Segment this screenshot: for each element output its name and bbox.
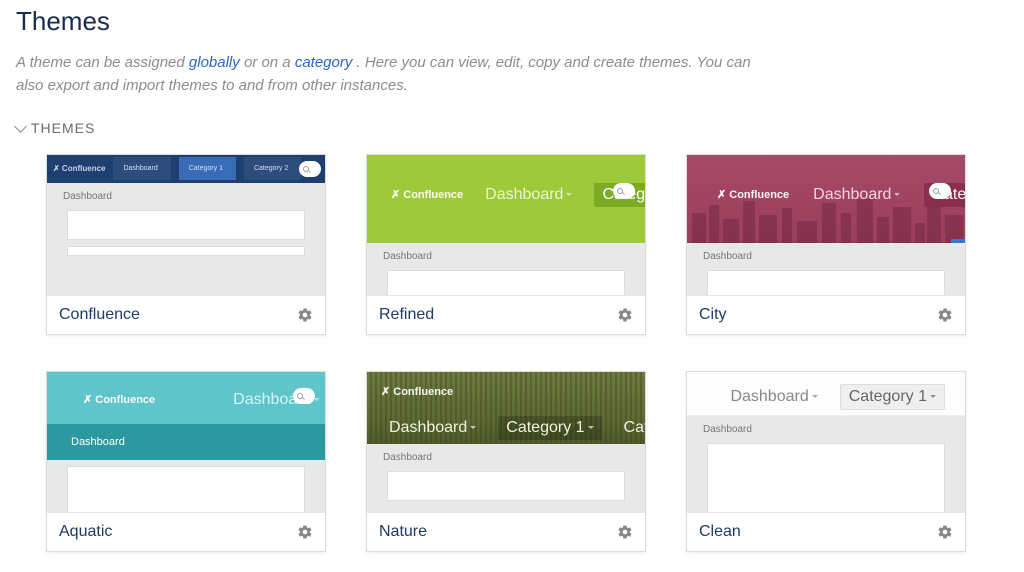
theme-card-nature[interactable]: ✗ Confluence Dashboard Category 1 Catego… xyxy=(366,371,646,552)
desc-text: A theme can be assigned xyxy=(16,54,189,71)
theme-card-clean[interactable]: Dashboard Category 1 Dashboard Clean xyxy=(686,371,966,552)
page-title: Themes xyxy=(16,6,1008,37)
theme-name: Confluence xyxy=(59,306,140,324)
gear-icon[interactable] xyxy=(937,307,953,323)
preview-tab: Category 1 xyxy=(840,384,945,410)
preview-brand: ✗ Confluence xyxy=(391,188,463,201)
search-icon xyxy=(299,161,321,177)
preview-brand: ✗ Confluence xyxy=(53,164,105,173)
search-icon xyxy=(929,183,951,199)
theme-name: Clean xyxy=(699,523,741,541)
page-description: A theme can be assigned globally or on a… xyxy=(16,51,776,98)
theme-card-footer: Nature xyxy=(367,512,645,551)
theme-card-footer: Confluence xyxy=(47,295,325,334)
preview-heading: Dashboard xyxy=(71,436,125,448)
gear-icon[interactable] xyxy=(617,307,633,323)
theme-preview: ✗ Confluence Dashboard Category 1 Dashbo… xyxy=(367,155,645,295)
search-icon xyxy=(613,183,635,199)
desc-text: or on a xyxy=(244,54,295,71)
preview-brand: ✗ Confluence xyxy=(717,188,789,201)
themes-section-toggle[interactable]: THEMES xyxy=(16,120,1008,136)
preview-heading: Dashboard xyxy=(383,452,635,463)
preview-tab: Category 2 xyxy=(616,416,645,440)
gear-icon[interactable] xyxy=(297,524,313,540)
category-link[interactable]: category xyxy=(295,54,353,71)
preview-heading: Dashboard xyxy=(703,424,955,435)
theme-name: Nature xyxy=(379,523,427,541)
globally-link[interactable]: globally xyxy=(189,54,240,71)
theme-card-footer: Clean xyxy=(687,512,965,551)
theme-card-refined[interactable]: ✗ Confluence Dashboard Category 1 Dashbo… xyxy=(366,154,646,335)
preview-tab: Category 1 xyxy=(498,416,601,440)
preview-tab: Category 2 xyxy=(244,157,301,180)
theme-preview: ✗ Confluence Dashboard Category 1 Catego… xyxy=(47,155,325,295)
preview-tab: Category 1 xyxy=(179,157,236,180)
theme-preview: Dashboard Category 1 Dashboard xyxy=(687,372,965,512)
theme-card-confluence[interactable]: ✗ Confluence Dashboard Category 1 Catego… xyxy=(46,154,326,335)
theme-card-city[interactable]: ✗ Confluence Dashboard Category 1 Dashbo… xyxy=(686,154,966,335)
theme-card-aquatic[interactable]: ✗ Confluence Dashboard Dashboard Aquatic xyxy=(46,371,326,552)
preview-tab: Dashboard xyxy=(113,157,170,180)
theme-card-footer: Aquatic xyxy=(47,512,325,551)
preview-tab: Dashboard xyxy=(722,385,825,409)
theme-preview: ✗ Confluence Dashboard Dashboard xyxy=(47,372,325,512)
gear-icon[interactable] xyxy=(297,307,313,323)
theme-card-footer: City xyxy=(687,295,965,334)
preview-tab: Dashboard xyxy=(477,183,580,207)
preview-tab: Dashboard xyxy=(381,416,484,440)
search-icon xyxy=(293,388,315,404)
gear-icon[interactable] xyxy=(937,524,953,540)
preview-heading: Dashboard xyxy=(383,251,635,262)
theme-name: Refined xyxy=(379,306,434,324)
preview-heading: Dashboard xyxy=(63,191,315,202)
theme-card-footer: Refined xyxy=(367,295,645,334)
chevron-down-icon xyxy=(14,120,27,133)
gear-icon[interactable] xyxy=(617,524,633,540)
preview-heading: Dashboard xyxy=(703,251,955,262)
preview-tab: Dashboard xyxy=(805,183,908,207)
theme-name: City xyxy=(699,306,727,324)
preview-brand: ✗ Confluence xyxy=(381,386,453,398)
preview-brand: ✗ Confluence xyxy=(83,393,155,406)
theme-name: Aquatic xyxy=(59,523,112,541)
section-label: THEMES xyxy=(31,120,95,136)
theme-preview: ✗ Confluence Dashboard Category 1 Dashbo… xyxy=(687,155,965,295)
themes-grid: ✗ Confluence Dashboard Category 1 Catego… xyxy=(16,154,1008,552)
theme-preview: ✗ Confluence Dashboard Category 1 Catego… xyxy=(367,372,645,512)
